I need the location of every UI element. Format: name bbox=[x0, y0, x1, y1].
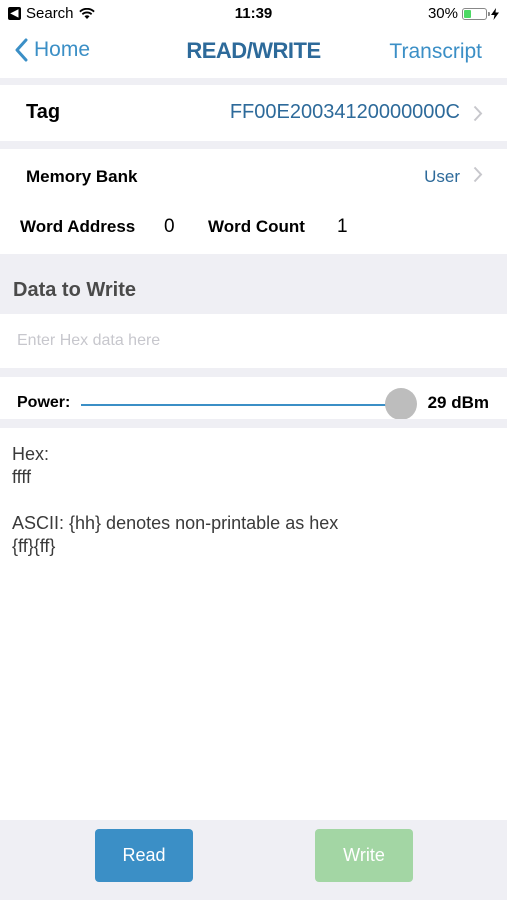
hex-input-row bbox=[0, 314, 507, 368]
power-slider-track[interactable] bbox=[81, 404, 401, 406]
navigation-bar: Home READ/WRITE Transcript bbox=[0, 28, 507, 78]
tag-value: FF00E20034120000000C bbox=[229, 101, 460, 123]
read-button[interactable]: Read bbox=[95, 829, 193, 882]
status-bar: ◀ Search 11:39 30% bbox=[0, 0, 507, 28]
word-address-field[interactable]: 0 bbox=[164, 216, 175, 238]
chevron-right-icon bbox=[473, 166, 483, 183]
ascii-output-value: {ff}{ff} bbox=[12, 536, 56, 556]
read-output: Hex: ffff ASCII: {hh} denotes non-printa… bbox=[12, 443, 338, 558]
tag-row[interactable]: Tag FF00E20034120000000C bbox=[0, 85, 507, 141]
battery-icon bbox=[462, 7, 490, 20]
memory-bank-value: User bbox=[424, 167, 460, 186]
hex-output-value: ffff bbox=[12, 467, 32, 487]
section-separator bbox=[0, 141, 507, 149]
data-to-write-header: Data to Write bbox=[0, 254, 507, 314]
word-count-field[interactable]: 1 bbox=[337, 216, 348, 238]
section-separator bbox=[0, 419, 507, 428]
section-separator bbox=[0, 78, 507, 85]
hex-output-label: Hex: bbox=[12, 444, 50, 464]
transcript-button[interactable]: Transcript bbox=[389, 40, 482, 64]
memory-bank-row[interactable]: Memory Bank User bbox=[0, 149, 507, 201]
data-to-write-heading: Data to Write bbox=[13, 279, 136, 301]
word-count-label: Word Count bbox=[208, 217, 305, 236]
section-separator bbox=[0, 368, 507, 377]
chevron-right-icon bbox=[473, 105, 483, 122]
charging-bolt-icon bbox=[491, 7, 499, 20]
tag-label: Tag bbox=[26, 101, 61, 123]
power-value: 29 dBm bbox=[427, 393, 489, 412]
power-row: Power: 29 dBm bbox=[0, 377, 507, 420]
power-label: Power: bbox=[17, 394, 71, 411]
ascii-output-label: ASCII: {hh} denotes non-printable as hex bbox=[12, 513, 339, 533]
write-button[interactable]: Write bbox=[315, 829, 413, 882]
word-address-count-row: Word Address 0 Word Count 1 bbox=[0, 201, 507, 254]
hex-data-input[interactable] bbox=[0, 314, 507, 368]
word-address-label: Word Address bbox=[20, 217, 136, 236]
bottom-action-bar: Read Write bbox=[0, 820, 507, 900]
battery-percent: 30% bbox=[427, 5, 458, 22]
memory-bank-label: Memory Bank bbox=[26, 167, 138, 186]
power-slider-knob[interactable] bbox=[385, 388, 417, 420]
